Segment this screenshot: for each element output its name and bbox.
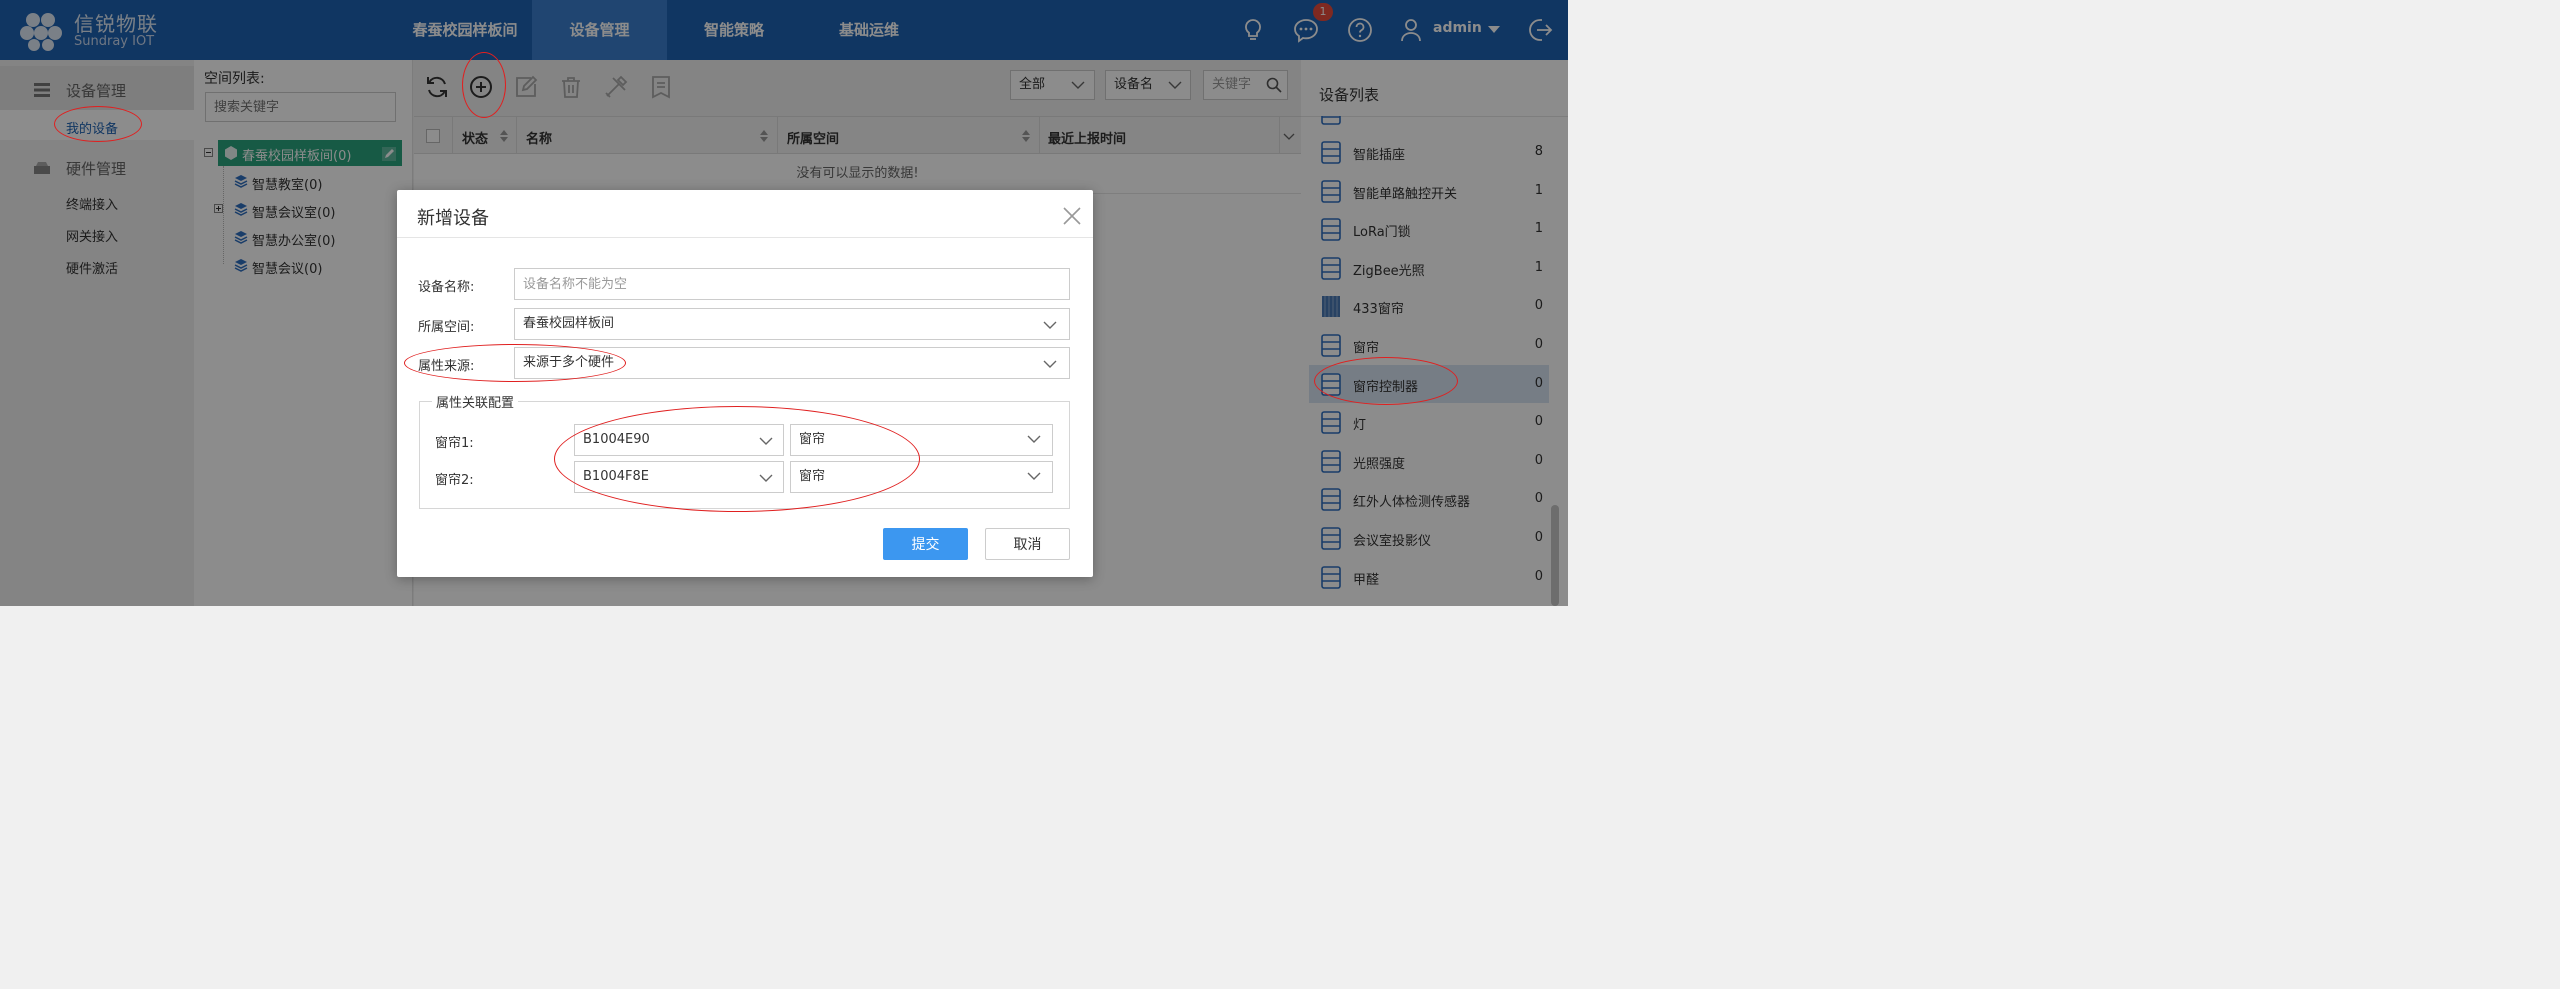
- space-label: 所属空间:: [418, 320, 475, 335]
- dialog-title: 新增设备: [417, 208, 489, 229]
- add-device-dialog: 新增设备 设备名称: 所属空间: 春蚕校园样板间 属性来源: 来源于多个硬件 属…: [397, 190, 1093, 577]
- mapping-row-label: 窗帘2:: [435, 473, 474, 488]
- space-select-value: 春蚕校园样板间: [523, 316, 615, 331]
- source-select-value: 来源于多个硬件: [523, 355, 615, 370]
- chevron-down-icon: [1027, 435, 1041, 443]
- submit-button[interactable]: 提交: [883, 528, 968, 560]
- space-select[interactable]: 春蚕校园样板间: [514, 308, 1070, 340]
- hardware-select-value: B1004E90: [583, 432, 650, 447]
- attribute-select-value: 窗帘: [799, 432, 826, 447]
- dialog-divider: [397, 237, 1093, 238]
- cancel-button[interactable]: 取消: [985, 528, 1070, 560]
- device-name-input[interactable]: [514, 268, 1070, 300]
- hardware-select-2[interactable]: B1004F8E: [574, 461, 784, 493]
- chevron-down-icon: [759, 437, 773, 445]
- hardware-select-1[interactable]: B1004E90: [574, 424, 784, 456]
- hardware-select-value: B1004F8E: [583, 469, 649, 484]
- close-icon[interactable]: [1061, 205, 1083, 227]
- chevron-down-icon: [1043, 321, 1057, 329]
- mapping-row-label: 窗帘1:: [435, 436, 474, 451]
- attribute-select-1[interactable]: 窗帘: [790, 424, 1053, 456]
- chevron-down-icon: [1027, 472, 1041, 480]
- source-select[interactable]: 来源于多个硬件: [514, 347, 1070, 379]
- attribute-mapping-legend: 属性关联配置: [432, 392, 519, 411]
- attribute-select-value: 窗帘: [799, 469, 826, 484]
- attribute-select-2[interactable]: 窗帘: [790, 461, 1053, 493]
- chevron-down-icon: [759, 474, 773, 482]
- chevron-down-icon: [1043, 360, 1057, 368]
- source-label: 属性来源:: [418, 359, 475, 374]
- device-name-label: 设备名称:: [418, 280, 475, 295]
